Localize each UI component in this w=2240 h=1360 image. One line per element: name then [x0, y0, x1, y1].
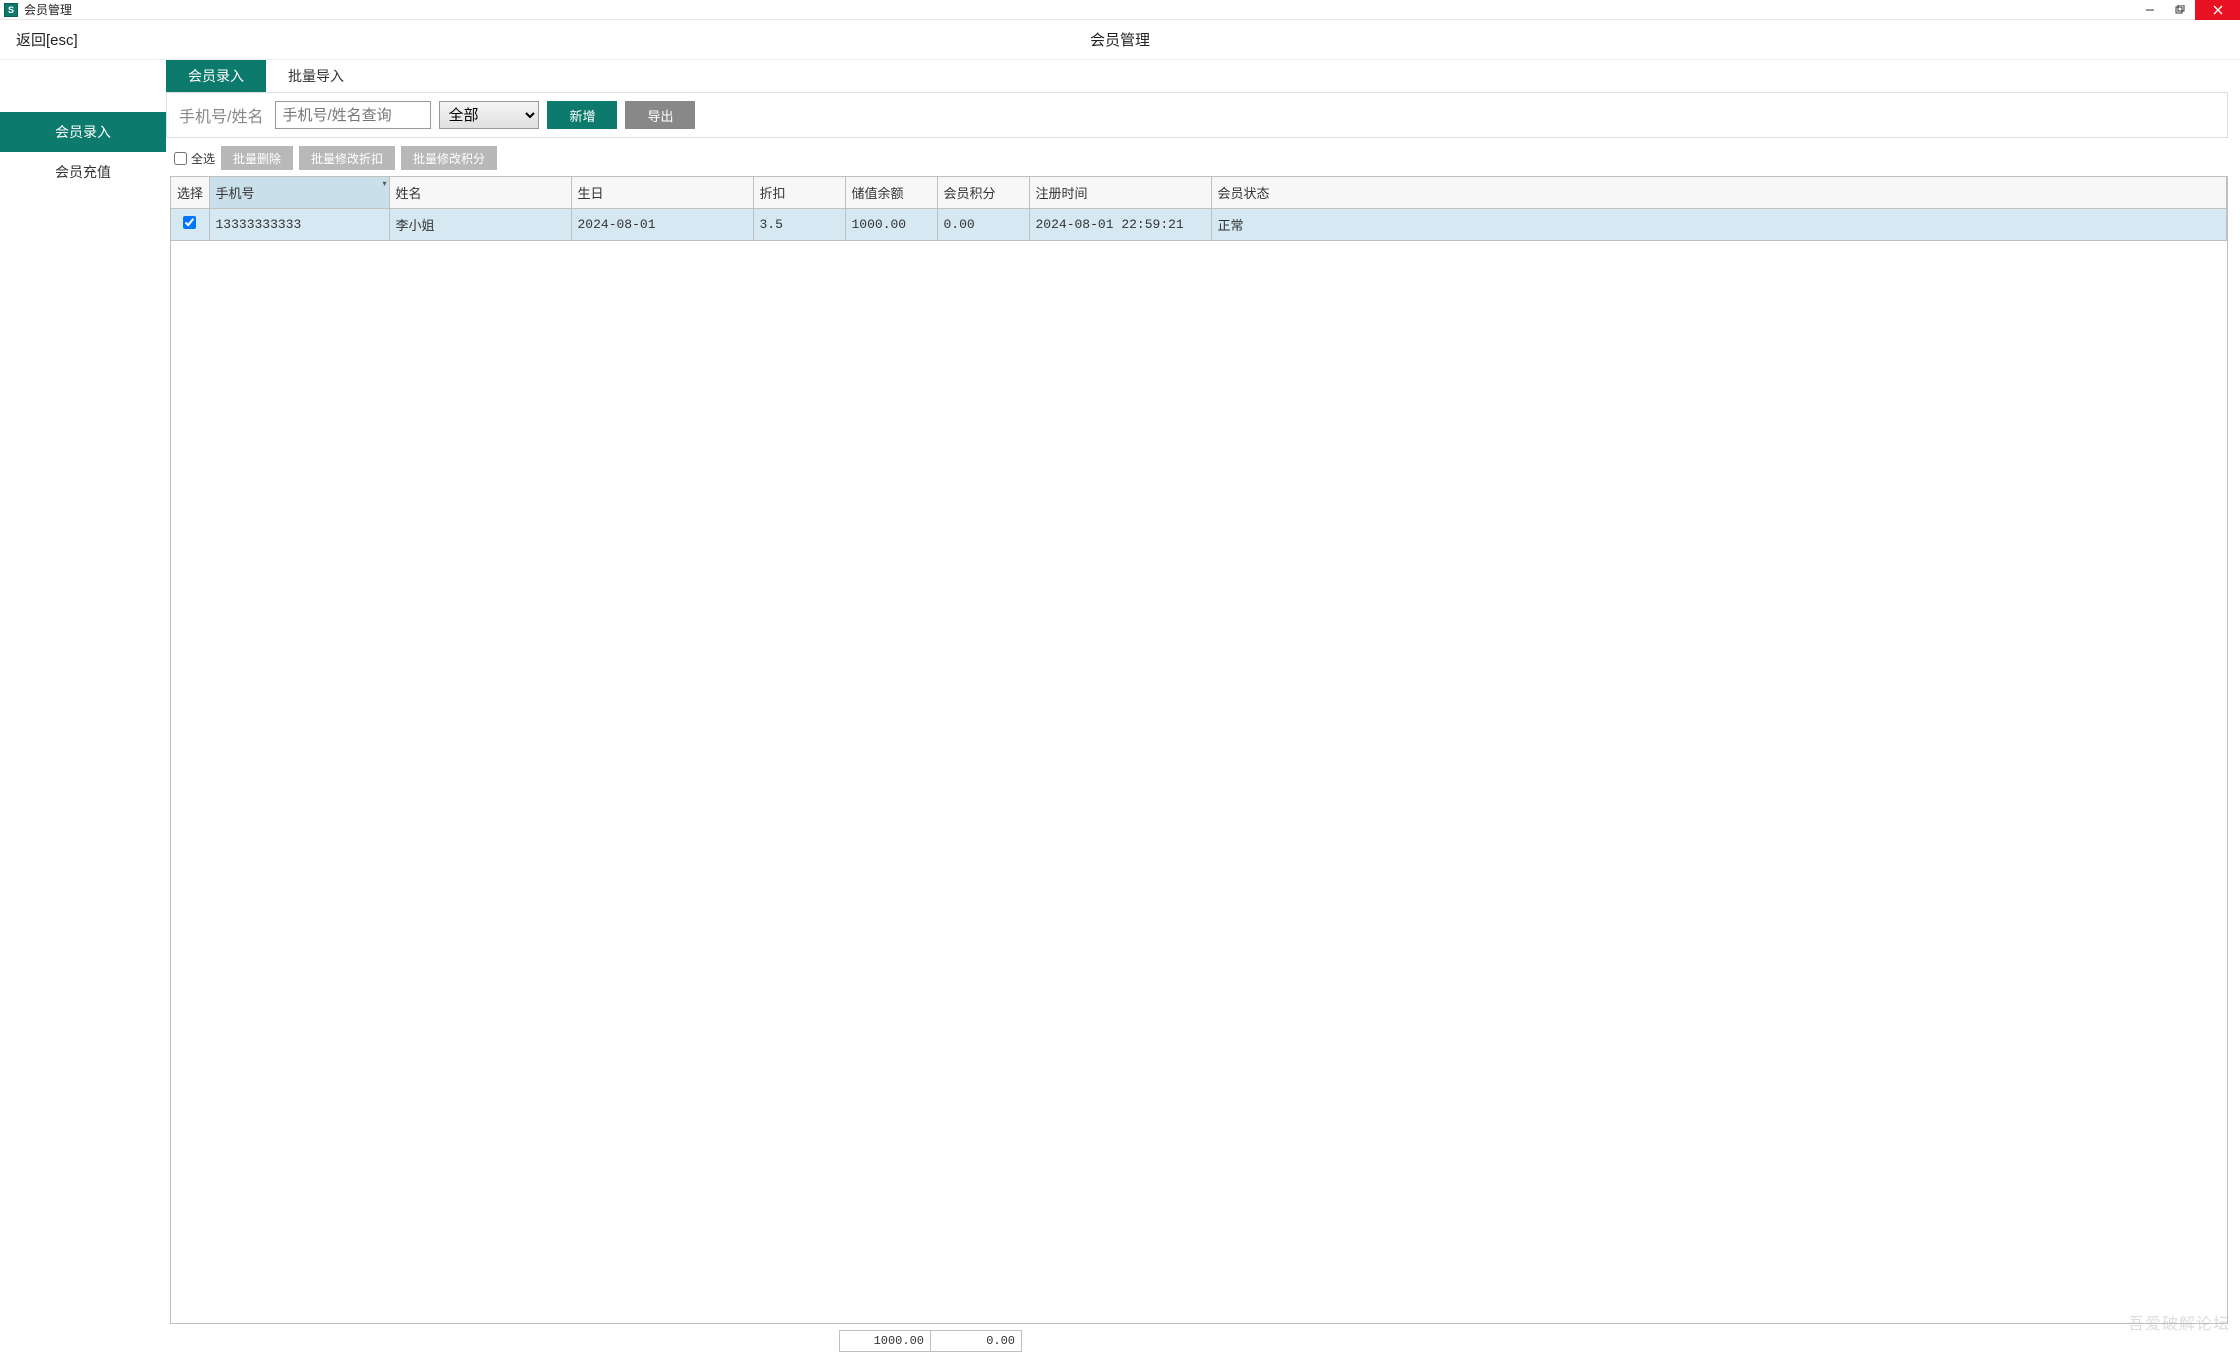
add-button[interactable]: 新增	[547, 101, 617, 129]
th-discount[interactable]: 折扣	[753, 177, 845, 209]
minimize-button[interactable]	[2135, 0, 2165, 20]
cell-points: 0.00	[937, 209, 1029, 241]
th-phone[interactable]: 手机号▾	[209, 177, 389, 209]
sort-indicator-icon: ▾	[382, 179, 386, 188]
th-points[interactable]: 会员积分	[937, 177, 1029, 209]
total-balance: 1000.00	[839, 1330, 931, 1352]
cell-birthday: 2024-08-01	[571, 209, 753, 241]
table-row[interactable]: 13333333333 李小姐 2024-08-01 3.5 1000.00 0…	[171, 209, 2227, 241]
bulk-actions: 全选 批量删除 批量修改折扣 批量修改积分	[166, 138, 2240, 176]
tab-member-entry[interactable]: 会员录入	[166, 60, 266, 92]
cell-status: 正常	[1211, 209, 2227, 241]
cell-register-time: 2024-08-01 22:59:21	[1029, 209, 1211, 241]
search-input[interactable]	[275, 101, 431, 129]
th-select[interactable]: 选择	[171, 177, 209, 209]
th-status[interactable]: 会员状态	[1211, 177, 2227, 209]
titlebar: S 会员管理	[0, 0, 2240, 20]
th-birthday[interactable]: 生日	[571, 177, 753, 209]
bulk-discount-button[interactable]: 批量修改折扣	[299, 146, 395, 170]
table-header-row: 选择 手机号▾ 姓名 生日 折扣 储值余额 会员积分 注册时间 会员状态	[171, 177, 2227, 209]
total-points: 0.00	[930, 1330, 1022, 1352]
filter-bar: 手机号/姓名 全部 新增 导出	[166, 92, 2228, 138]
bulk-points-button[interactable]: 批量修改积分	[401, 146, 497, 170]
table-container: 选择 手机号▾ 姓名 生日 折扣 储值余额 会员积分 注册时间 会员状态 13	[170, 176, 2228, 1324]
members-table: 选择 手机号▾ 姓名 生日 折扣 储值余额 会员积分 注册时间 会员状态 13	[171, 177, 2227, 241]
status-select[interactable]: 全部	[439, 101, 539, 129]
topbar: 返回[esc] 会员管理	[0, 20, 2240, 60]
th-register-time[interactable]: 注册时间	[1029, 177, 1211, 209]
close-button[interactable]	[2195, 0, 2240, 20]
cell-phone: 13333333333	[209, 209, 389, 241]
tab-batch-import[interactable]: 批量导入	[266, 60, 366, 92]
sidebar: 会员录入 会员充值	[0, 60, 166, 1360]
page-title: 会员管理	[1090, 29, 1150, 50]
sidebar-item-member-recharge[interactable]: 会员充值	[0, 152, 166, 192]
footer-totals: 1000.00 0.00	[170, 1330, 2228, 1352]
back-button[interactable]: 返回[esc]	[16, 29, 78, 50]
filter-label: 手机号/姓名	[175, 103, 267, 127]
cell-discount: 3.5	[753, 209, 845, 241]
cell-name: 李小姐	[389, 209, 571, 241]
cell-balance: 1000.00	[845, 209, 937, 241]
window-title: 会员管理	[24, 1, 72, 18]
sidebar-item-member-entry[interactable]: 会员录入	[0, 112, 166, 152]
row-checkbox[interactable]	[183, 216, 196, 229]
th-name[interactable]: 姓名	[389, 177, 571, 209]
tabs: 会员录入 批量导入	[166, 60, 2240, 92]
watermark: 吾爱破解论坛	[2128, 1310, 2230, 1334]
export-button[interactable]: 导出	[625, 101, 695, 129]
maximize-button[interactable]	[2165, 0, 2195, 20]
bulk-delete-button[interactable]: 批量删除	[221, 146, 293, 170]
app-icon: S	[4, 3, 18, 17]
select-all-label[interactable]: 全选	[174, 150, 215, 167]
select-all-checkbox[interactable]	[174, 152, 187, 165]
th-balance[interactable]: 储值余额	[845, 177, 937, 209]
